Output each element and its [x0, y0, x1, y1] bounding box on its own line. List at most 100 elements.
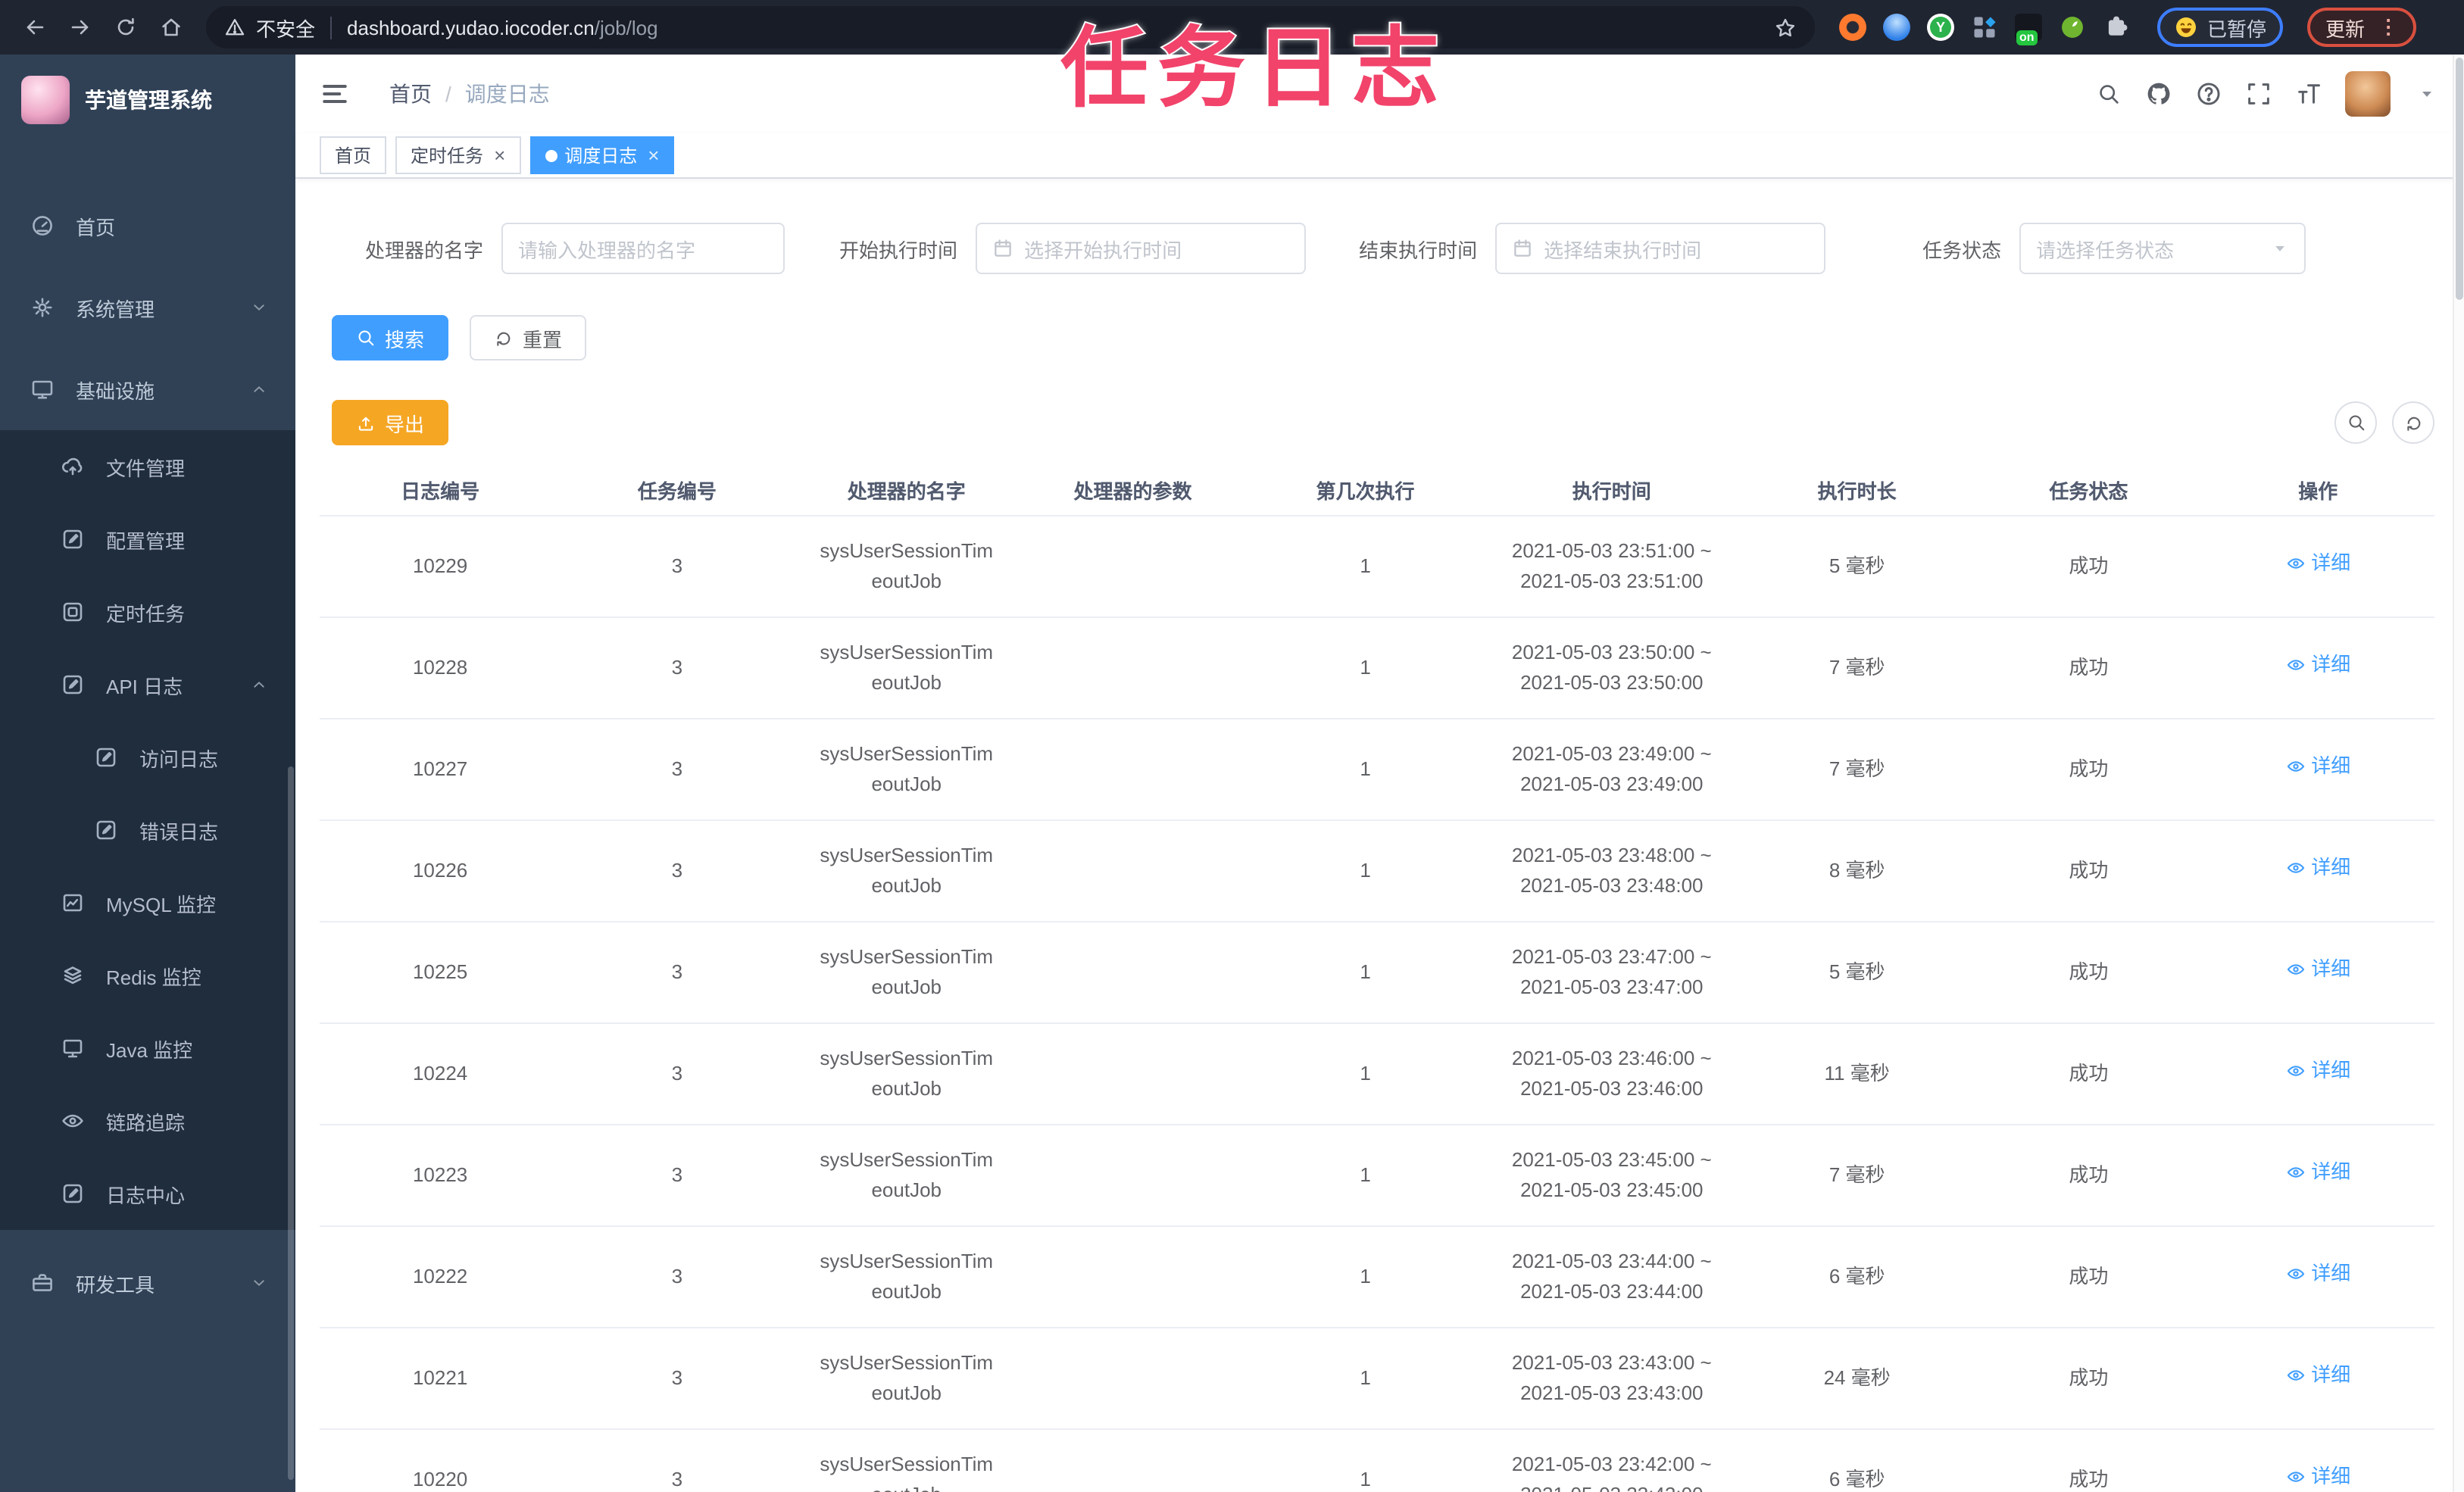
edit-icon [94, 745, 118, 769]
sidebar-item-label: 配置管理 [106, 529, 186, 552]
blue-extension-icon[interactable] [1883, 14, 1910, 41]
caret-down-icon[interactable] [2413, 80, 2441, 108]
filter-form: 处理器的名字 请输入处理器的名字 开始执行时间 选择开始执行时间 结束执行时间 选择结束执… [320, 223, 2434, 274]
eye-icon [2285, 1163, 2305, 1182]
paused-badge[interactable]: 已暂停 [2157, 8, 2284, 47]
sidebar-item-config-management[interactable]: 配置管理 [0, 503, 295, 576]
handler-name-input[interactable]: 请输入处理器的名字 [501, 223, 785, 274]
hamburger-icon[interactable] [320, 79, 350, 109]
sidebar-item-scheduled-tasks[interactable]: 定时任务 [0, 576, 295, 648]
tab-job-log[interactable]: 调度日志 × [529, 136, 675, 174]
green-sprout-extension-icon[interactable] [2059, 14, 2086, 41]
scrollbar-thumb[interactable] [2456, 58, 2463, 300]
fullscreen-icon[interactable] [2245, 80, 2272, 108]
detail-link[interactable]: 详细 [2285, 1157, 2350, 1188]
cell-task-id: 3 [671, 1265, 683, 1288]
sidebar-item-api-log[interactable]: API 日志 [0, 648, 295, 721]
detail-link[interactable]: 详细 [2285, 650, 2350, 680]
cell-time: 2021-05-03 23:46:00 ~2021-05-03 23:46:00 [1511, 1047, 1712, 1100]
cell-duration: 6 毫秒 [1828, 1468, 1885, 1490]
cell-duration: 5 毫秒 [1828, 960, 1885, 983]
back-icon[interactable] [15, 8, 55, 47]
start-time-input[interactable]: 选择开始执行时间 [976, 223, 1307, 274]
breadcrumb-home[interactable]: 首页 [389, 79, 432, 109]
end-time-input[interactable]: 选择结束执行时间 [1495, 223, 1826, 274]
sidebar-item-dev-tools[interactable]: 研发工具 [0, 1242, 295, 1324]
edit-icon [61, 673, 85, 697]
detail-link[interactable]: 详细 [2285, 853, 2350, 883]
detail-link[interactable]: 详细 [2285, 1360, 2350, 1391]
sidebar-item-infrastructure[interactable]: 基础设施 [0, 348, 295, 430]
tags-view: 首页 定时任务 × 调度日志 × [295, 133, 2464, 179]
sidebar-item-trace[interactable]: 链路追踪 [0, 1085, 295, 1157]
orange-extension-icon[interactable] [1839, 14, 1866, 41]
url-bar[interactable]: 不安全 dashboard.yudao.iocoder.cn/job/log [206, 6, 1815, 48]
github-icon[interactable] [2145, 80, 2172, 108]
avatar[interactable] [2345, 71, 2391, 117]
sidebar-item-label: 错误日志 [139, 820, 219, 843]
cell-actions: 详细 [2202, 1462, 2434, 1492]
green-y-extension-icon[interactable]: Y [1927, 14, 1954, 41]
sidebar-item-system-management[interactable]: 系统管理 [0, 267, 295, 348]
cell-status: 成功 [2069, 1062, 2109, 1085]
sidebar-item-java-monitor[interactable]: Java 监控 [0, 1012, 295, 1085]
update-button[interactable]: 更新 ⋮ [2307, 8, 2417, 47]
chevron-up-icon [247, 673, 271, 697]
detail-link[interactable]: 详细 [2285, 548, 2350, 579]
search-button[interactable]: 搜索 [332, 315, 449, 361]
active-dot [545, 149, 557, 161]
page-scrollbar[interactable] [2453, 55, 2464, 1492]
detail-link[interactable]: 详细 [2285, 1056, 2350, 1086]
export-button[interactable]: 导出 [332, 400, 449, 445]
toggle-search-button[interactable] [2334, 401, 2377, 444]
sidebar-item-error-log[interactable]: 错误日志 [0, 794, 295, 866]
eye-icon [2285, 858, 2305, 878]
cell-task-id: 3 [671, 960, 683, 983]
cell-duration: 11 毫秒 [1824, 1062, 1890, 1085]
sidebar-item-file-management[interactable]: 文件管理 [0, 430, 295, 503]
close-icon[interactable]: × [648, 144, 659, 167]
forward-icon[interactable] [61, 8, 100, 47]
sidebar-item-access-log[interactable]: 访问日志 [0, 721, 295, 794]
sidebar-item-log-center[interactable]: 日志中心 [0, 1157, 295, 1230]
filter-label: 开始执行时间 [839, 239, 958, 261]
search-icon[interactable] [2095, 80, 2122, 108]
detail-link[interactable]: 详细 [2285, 1462, 2350, 1492]
tab-home[interactable]: 首页 [320, 136, 387, 174]
help-icon[interactable] [2195, 80, 2222, 108]
grid-extension-icon[interactable] [1971, 14, 1998, 41]
text-size-icon[interactable] [2295, 80, 2322, 108]
filter-label: 处理器的名字 [365, 239, 484, 261]
close-icon[interactable]: × [494, 144, 505, 167]
refresh-table-button[interactable] [2392, 401, 2434, 444]
tab-scheduled-tasks[interactable]: 定时任务 × [395, 136, 521, 174]
sidebar-item-mysql-monitor[interactable]: MySQL 监控 [0, 866, 295, 939]
detail-link[interactable]: 详细 [2285, 751, 2350, 782]
sidebar-item-label: 日志中心 [106, 1184, 186, 1206]
cell-handler: sysUserSessionTimeoutJob [820, 1351, 994, 1404]
cell-log-id: 10228 [412, 656, 468, 679]
browser-menu-icon[interactable]: ⋮ [2378, 15, 2398, 39]
cell-status: 成功 [2069, 960, 2109, 983]
app-logo[interactable]: 芋道管理系统 [0, 55, 295, 145]
on-badge-extension-icon[interactable]: on [2015, 14, 2042, 45]
bookmark-star-icon[interactable] [1774, 16, 1797, 39]
extensions-puzzle-icon[interactable] [2103, 14, 2130, 41]
reload-icon[interactable] [106, 8, 145, 47]
cell-handler: sysUserSessionTimeoutJob [820, 641, 994, 694]
sidebar-scrollbar[interactable] [288, 766, 294, 1480]
filter-handler-name: 处理器的名字 请输入处理器的名字 [365, 223, 785, 274]
cell-duration: 6 毫秒 [1828, 1265, 1885, 1288]
reset-button[interactable]: 重置 [470, 315, 587, 361]
sidebar-item-home[interactable]: 首页 [0, 185, 295, 267]
cell-execute-index: 1 [1360, 1062, 1371, 1085]
logo-image [21, 76, 70, 124]
filter-label: 结束执行时间 [1359, 239, 1478, 261]
home-icon[interactable] [151, 8, 191, 47]
column-header: 执行时间 [1572, 480, 1651, 503]
detail-link[interactable]: 详细 [2285, 1259, 2350, 1289]
detail-link[interactable]: 详细 [2285, 954, 2350, 985]
timer-icon [61, 600, 85, 624]
sidebar-item-redis-monitor[interactable]: Redis 监控 [0, 939, 295, 1012]
task-status-select[interactable]: 请选择任务状态 [2019, 223, 2306, 274]
